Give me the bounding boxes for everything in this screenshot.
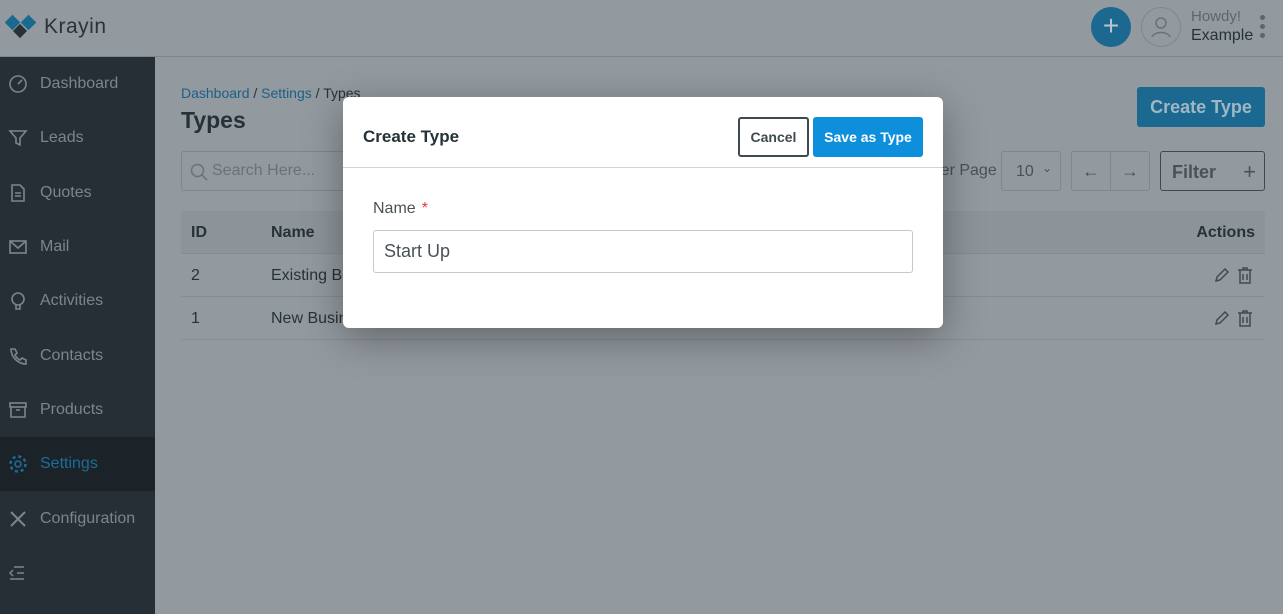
sidebar-item-leads[interactable]: Leads xyxy=(0,111,155,165)
sidebar-item-label: Contacts xyxy=(40,346,104,364)
document-icon xyxy=(11,183,25,202)
col-actions: Actions xyxy=(1196,224,1255,241)
sidebar-item-label: Products xyxy=(40,400,104,418)
modal-title: Create Type xyxy=(363,127,460,146)
filter-button[interactable]: Filter + xyxy=(1160,151,1265,191)
gear-icon xyxy=(9,455,27,473)
tools-icon xyxy=(10,510,26,527)
col-name[interactable]: Name xyxy=(271,224,315,242)
avatar[interactable] xyxy=(1141,7,1181,47)
per-page-value: 10 xyxy=(1016,163,1034,180)
sidebar-item-label: Settings xyxy=(40,455,98,473)
edit-icon[interactable] xyxy=(1213,266,1229,284)
more-menu-icon[interactable] xyxy=(1260,15,1266,42)
edit-icon[interactable] xyxy=(1213,309,1229,327)
sidebar-item-products[interactable]: Products xyxy=(0,383,155,437)
cell-id: 2 xyxy=(191,267,200,284)
collapse-sidebar-button[interactable] xyxy=(0,546,155,600)
plus-icon: + xyxy=(1243,159,1256,184)
save-type-button[interactable]: Save as Type xyxy=(813,117,923,157)
sidebar: Dashboard Leads Quotes Mail Activities Contac… xyxy=(0,57,155,614)
breadcrumb-settings[interactable]: Settings xyxy=(261,85,312,101)
sidebar-item-contacts[interactable]: Contacts xyxy=(0,328,155,382)
delete-icon[interactable] xyxy=(1237,309,1253,327)
prev-page-button[interactable]: ← xyxy=(1072,152,1111,190)
sidebar-item-settings[interactable]: Settings xyxy=(0,437,155,492)
col-id[interactable]: ID xyxy=(191,224,207,242)
brand-name: Krayin xyxy=(44,15,107,38)
search-placeholder: Search Here... xyxy=(212,162,316,179)
quick-add-button[interactable]: + xyxy=(1091,7,1131,47)
filter-icon xyxy=(8,130,28,147)
sidebar-item-quotes[interactable]: Quotes xyxy=(0,166,155,220)
breadcrumb-dashboard[interactable]: Dashboard xyxy=(181,85,250,101)
sidebar-item-dashboard[interactable]: Dashboard xyxy=(0,57,155,111)
phone-icon xyxy=(10,347,27,365)
create-type-modal: Create Type Cancel Save as Type Name * xyxy=(343,97,943,328)
sidebar-item-label: Activities xyxy=(40,292,104,310)
sidebar-item-label: Mail xyxy=(40,238,70,256)
filter-label: Filter xyxy=(1172,162,1217,182)
user-name[interactable]: Example xyxy=(1191,27,1253,45)
per-page-select[interactable]: 10 ⌄ xyxy=(1001,151,1061,191)
sidebar-item-label: Dashboard xyxy=(40,75,119,93)
required-mark: * xyxy=(421,200,428,217)
next-page-button[interactable]: → xyxy=(1111,152,1149,190)
krayin-logo-icon xyxy=(4,14,37,39)
sidebar-item-mail[interactable]: Mail xyxy=(0,220,155,274)
logo[interactable]: Krayin xyxy=(4,14,107,40)
name-label: Name * xyxy=(373,200,428,217)
cell-id: 1 xyxy=(191,310,200,327)
pagination: ← → xyxy=(1071,151,1150,191)
chevron-down-icon: ⌄ xyxy=(1041,161,1052,175)
user-icon xyxy=(1151,17,1171,38)
collapse-icon xyxy=(8,566,24,580)
top-header: Krayin + Howdy! Example xyxy=(0,0,1283,57)
search-input[interactable]: Search Here... xyxy=(181,151,351,191)
mail-icon xyxy=(9,240,27,254)
sidebar-item-label: Leads xyxy=(40,129,84,147)
dashboard-icon xyxy=(9,75,27,93)
greeting: Howdy! xyxy=(1191,8,1242,25)
page-title: Types xyxy=(181,107,246,133)
create-type-button[interactable]: Create Type xyxy=(1137,87,1265,127)
cancel-button[interactable]: Cancel xyxy=(738,117,809,157)
sidebar-item-activities[interactable]: Activities xyxy=(0,274,155,328)
sidebar-item-label: Quotes xyxy=(40,183,92,201)
name-input[interactable] xyxy=(373,230,913,273)
sidebar-item-label: Configuration xyxy=(40,509,136,527)
delete-icon[interactable] xyxy=(1237,266,1253,284)
breadcrumb: Dashboard / Settings / Types xyxy=(181,85,361,101)
box-icon xyxy=(9,402,27,418)
search-icon xyxy=(190,163,208,181)
bulb-icon xyxy=(11,292,25,311)
sidebar-item-configuration[interactable]: Configuration xyxy=(0,491,155,545)
